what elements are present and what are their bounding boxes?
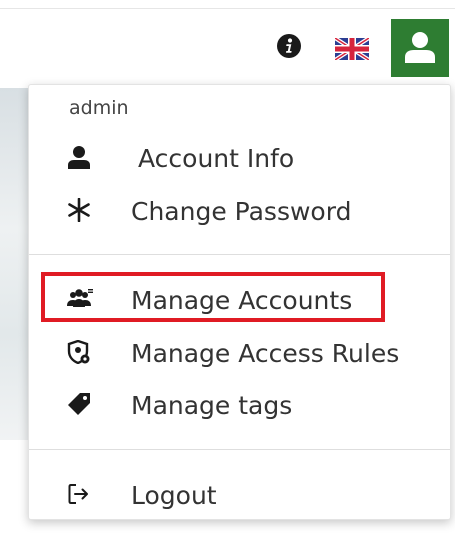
logout-icon (68, 484, 88, 504)
user-icon (405, 32, 435, 63)
menu-item-account-info[interactable]: Account Info (29, 135, 450, 179)
user-dropdown-menu: admin Account Info Change Password Manag… (28, 84, 451, 520)
user-icon (68, 146, 90, 169)
username-label: admin (69, 97, 129, 119)
menu-divider (29, 254, 450, 255)
header-border (0, 0, 455, 9)
menu-item-logout[interactable]: Logout (29, 472, 450, 516)
top-toolbar (0, 9, 455, 85)
menu-item-manage-tags[interactable]: Manage tags (29, 382, 450, 426)
menu-item-change-password[interactable]: Change Password (29, 188, 450, 232)
menu-item-manage-access-rules[interactable]: Manage Access Rules (29, 330, 450, 374)
menu-item-label: Manage tags (131, 391, 293, 420)
access-rules-icon (67, 340, 90, 364)
user-menu-button[interactable] (391, 19, 449, 77)
highlight-annotation (41, 272, 385, 322)
tag-icon (68, 393, 90, 415)
asterisk-icon (68, 198, 90, 222)
info-icon[interactable] (276, 33, 302, 59)
menu-item-label: Logout (131, 481, 217, 510)
menu-item-label: Change Password (131, 197, 352, 226)
menu-item-label: Manage Access Rules (131, 339, 400, 368)
uk-flag-icon[interactable] (335, 38, 369, 60)
menu-divider (29, 449, 450, 450)
menu-item-label: Account Info (138, 144, 295, 173)
